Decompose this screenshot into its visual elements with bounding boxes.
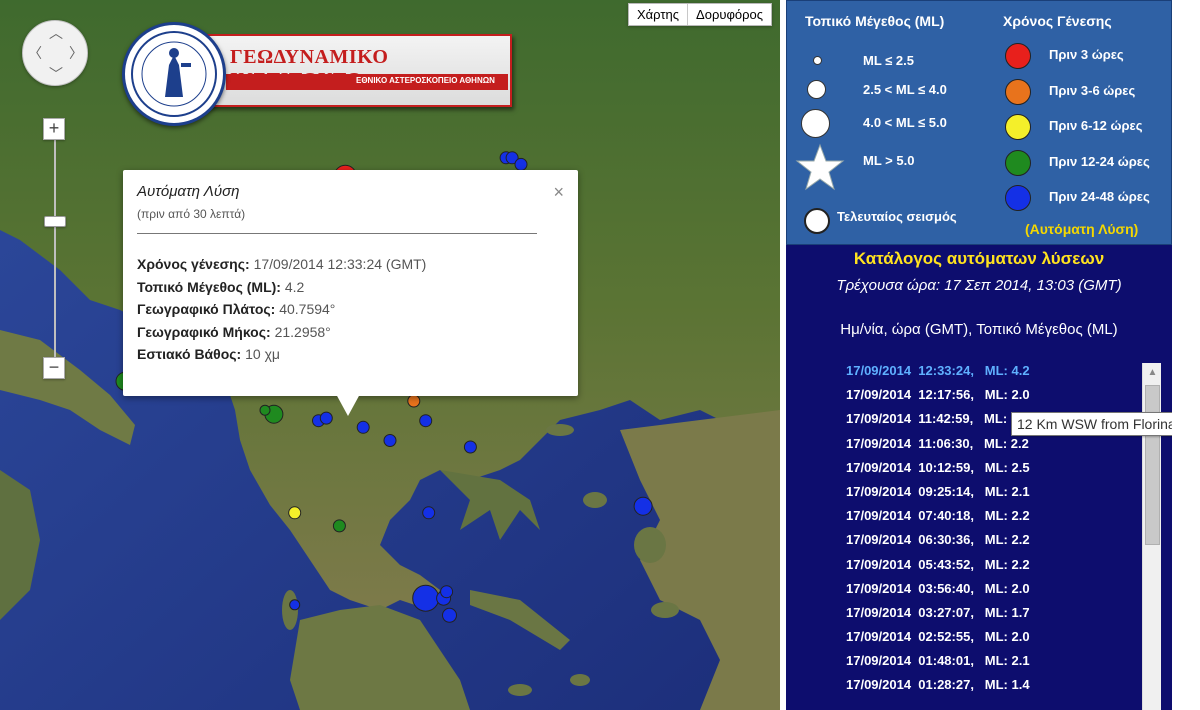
star-icon [795,143,845,191]
catalog-entry[interactable]: 17/09/2014 01:28:27, ML: 1.4 [846,677,1136,701]
popup-pointer [336,394,360,416]
location-tooltip: 12 Km WSW from Florina [1011,412,1182,436]
catalog-entry[interactable]: 17/09/2014 02:52:55, ML: 2.0 [846,629,1136,653]
earthquake-marker[interactable] [633,496,653,516]
automatic-solution-note: (Αυτόματη Λύση) [1025,221,1139,237]
earthquake-marker[interactable] [440,585,454,599]
zoom-out-button[interactable]: − [43,357,65,379]
catalog-entry[interactable]: 17/09/2014 09:25:14, ML: 2.1 [846,484,1136,508]
time-legend-label: Πριν 12-24 ώρες [1049,153,1150,169]
earthquake-info-window: Αυτόματη Λύση × (πριν από 30 λεπτά) Χρόν… [123,170,578,416]
size-small-icon [813,56,822,65]
pan-up-icon[interactable]: ︿ [49,26,63,40]
catalog-header: Ημ/νία, ώρα (GMT), Τοπικό Μέγεθος (ML) [840,321,1118,338]
origin-time-row: Χρόνος γένεσης: 17/09/2014 12:33:24 (GMT… [137,256,427,272]
earthquake-marker[interactable] [412,584,440,612]
depth-row: Εστιακό Βάθος: 10 χμ [137,346,281,362]
time-legend-label: Πριν 3-6 ώρες [1049,82,1136,98]
time-color-icon [1005,43,1031,69]
earthquake-marker[interactable] [442,607,457,623]
magnitude-row: Τοπικό Μέγεθος (ML): 4.2 [137,278,305,295]
size-label-5: Τελευταίος σεισμός [837,209,957,224]
earthquake-marker[interactable] [383,434,397,447]
size-label-1: ML ≤ 2.5 [863,53,914,68]
observatory-seal-icon [122,22,226,126]
earthquake-marker[interactable] [289,599,301,611]
catalog-entry[interactable]: 17/09/2014 12:33:24, ML: 4.2 [846,363,1136,387]
map-type-map-button[interactable]: Χάρτης [629,4,688,25]
catalog-entry[interactable]: 17/09/2014 03:27:07, ML: 1.7 [846,605,1136,629]
logo-subtitle: ΕΘΝΙΚΟ ΑΣΤΕΡΟΣΚΟΠΕΙΟ ΑΘΗΝΩΝ [356,76,495,85]
longitude-row: Γεωγραφικό Μήκος: 21.2958° [137,323,331,340]
popup-subtitle: (πριν από 30 λεπτά) [137,207,246,221]
popup-title: Αυτόματη Λύση [137,183,240,200]
earthquake-marker[interactable] [407,394,421,408]
pan-control[interactable]: ︿ ﹀ 〈 〉 [22,20,88,86]
size-label-4: ML > 5.0 [863,153,915,168]
earthquake-marker[interactable] [356,420,370,434]
time-color-icon [1005,114,1031,140]
size-label-3: 4.0 < ML ≤ 5.0 [863,115,947,130]
earthquake-marker[interactable] [422,506,436,520]
earthquake-marker[interactable] [514,157,528,171]
scroll-up-icon[interactable]: ▲ [1143,363,1162,382]
time-color-icon [1005,149,1031,176]
catalog-entry[interactable]: 17/09/2014 06:30:36, ML: 2.2 [846,532,1136,556]
catalog-entry[interactable]: 17/09/2014 03:56:40, ML: 2.0 [846,581,1136,605]
catalog-entry[interactable]: 17/09/2014 05:43:52, ML: 2.2 [846,557,1136,581]
catalog-entry[interactable]: 17/09/2014 10:12:59, ML: 2.5 [846,460,1136,484]
scroll-thumb[interactable] [1145,385,1160,545]
map-view[interactable]: Χάρτης Δορυφόρος ︿ ﹀ 〈 〉 + − ΓΕΩΔΥΝΑΜΙΚΟ… [0,0,780,710]
earthquake-marker[interactable] [319,411,333,425]
pan-left-icon[interactable]: 〈 [28,46,42,60]
zoom-slider-handle[interactable] [44,215,66,227]
map-type-switch: Χάρτης Δορυφόρος [628,3,772,26]
time-legend-heading: Χρόνος Γένεσης [1003,13,1112,29]
current-time: Τρέχουσα ώρα: 17 Σεπ 2014, 13:03 (GMT) [836,277,1122,294]
catalog-panel: Κατάλογος αυτόματων λύσεων Τρέχουσα ώρα:… [786,245,1172,710]
institute-logo: ΓΕΩΔΥΝΑΜΙΚΟ ΙΝΣΤΙΤΟΥΤΟ ΕΘΝΙΚΟ ΑΣΤΕΡΟΣΚΟΠ… [118,22,514,126]
page-margin [1172,0,1200,710]
size-medium-icon [807,80,826,99]
catalog-entry[interactable]: 17/09/2014 11:06:30, ML: 2.2 [846,436,1136,460]
popup-divider [137,233,537,234]
latitude-row: Γεωγραφικό Πλάτος: 40.7594° [137,301,336,317]
close-icon[interactable]: × [553,182,564,203]
size-large-icon [801,109,830,138]
earthquake-marker[interactable] [419,414,433,428]
earthquake-marker[interactable] [463,440,477,454]
catalog-title: Κατάλογος αυτόματων λύσεων [853,249,1105,268]
time-legend-label: Πριν 6-12 ώρες [1049,118,1143,133]
catalog-entry[interactable]: 17/09/2014 01:48:01, ML: 2.1 [846,653,1136,677]
size-legend-heading: Τοπικό Μέγεθος (ML) [805,13,945,29]
catalog-entry[interactable]: 17/09/2014 12:17:56, ML: 2.0 [846,387,1136,411]
pan-right-icon[interactable]: 〉 [69,46,83,60]
zoom-slider-track[interactable] [54,140,56,366]
time-color-icon [1005,185,1031,211]
earthquake-marker[interactable] [332,519,346,533]
time-legend-label: Πριν 3 ώρες [1049,47,1124,62]
earthquake-marker[interactable] [259,404,271,416]
time-color-icon [1005,78,1031,105]
time-legend-label: Πριν 24-48 ώρες [1049,189,1150,204]
zoom-in-button[interactable]: + [43,118,65,140]
latest-quake-icon [804,208,830,234]
size-label-2: 2.5 < ML ≤ 4.0 [863,82,947,97]
pan-down-icon[interactable]: ﹀ [49,67,63,81]
map-type-satellite-button[interactable]: Δορυφόρος [687,4,771,25]
earthquake-marker[interactable] [288,506,302,520]
legend-panel: Τοπικό Μέγεθος (ML) Χρόνος Γένεσης ML ≤ … [786,0,1172,245]
catalog-entry[interactable]: 17/09/2014 07:40:18, ML: 2.2 [846,508,1136,532]
popup-details: Χρόνος γένεσης: 17/09/2014 12:33:24 (GMT… [137,256,426,369]
